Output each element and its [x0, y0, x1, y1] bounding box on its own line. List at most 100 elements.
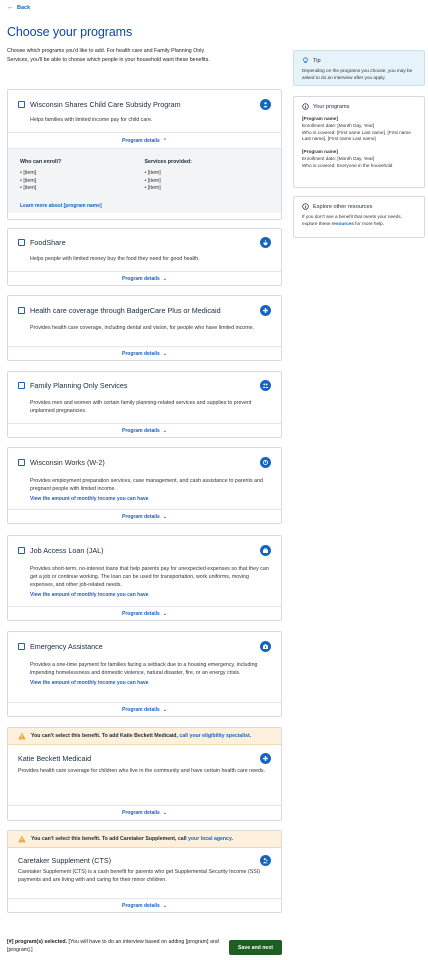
program-card-child-care: Wisconsin Shares Child Care Subsidy Prog…	[7, 89, 282, 220]
program-details-label: Program details	[122, 137, 160, 144]
services-heading: Services provided:	[144, 159, 192, 165]
who-can-enroll-heading: Who can enroll?	[20, 159, 62, 165]
program-details-toggle[interactable]: Program details ⌄	[8, 272, 281, 286]
service-item: • [item]	[144, 185, 161, 192]
program-title: FoodShare	[30, 237, 66, 247]
program-details-toggle[interactable]: Program details ⌄	[8, 806, 281, 820]
your-programs-heading: Your programs	[313, 103, 350, 110]
selected-count: [#] program(s) selected.	[7, 939, 68, 945]
chevron-down-icon: ⌄	[162, 428, 167, 434]
program-details-toggle[interactable]: Program details ⌃	[8, 133, 281, 148]
chevron-down-icon: ⌄	[162, 276, 167, 282]
program-checkbox[interactable]	[18, 100, 25, 108]
work-icon	[260, 457, 271, 468]
program-checkbox[interactable]	[18, 459, 25, 466]
program-checkbox[interactable]	[18, 643, 25, 650]
program-checkbox[interactable]	[18, 306, 25, 314]
service-item: • [item]	[144, 177, 161, 184]
chevron-down-icon: ⌄	[162, 611, 167, 617]
restricted-card-katie-beckett: You can't select this benefit. To add Ka…	[7, 727, 282, 821]
chevron-down-icon: ⌄	[162, 903, 167, 909]
warning-banner: You can't select this benefit. To add Ca…	[8, 831, 281, 848]
program-details-label: Program details	[122, 428, 160, 434]
program-description: Provides health care coverage, including…	[30, 325, 255, 331]
chevron-up-icon: ⌃	[162, 137, 167, 144]
chevron-down-icon: ⌄	[162, 707, 167, 713]
program-checkbox[interactable]	[18, 547, 25, 554]
warning-end: .	[231, 836, 233, 842]
monthly-income-link[interactable]: View the amount of monthly income you ca…	[8, 496, 281, 502]
your-programs-box: Your programs [Program name] Enrollment …	[293, 96, 425, 188]
service-item: • [item]	[144, 170, 161, 176]
program-details-label: Program details	[122, 611, 160, 617]
warning-banner: You can't select this benefit. To add Ka…	[8, 728, 281, 745]
emergency-icon	[260, 641, 271, 652]
lightbulb-icon	[303, 57, 308, 64]
program-details-label: Program details	[122, 514, 160, 520]
page-title: Choose your programs	[7, 25, 133, 39]
who-item: • [item]	[20, 185, 37, 192]
program-card-family-planning: Family Planning Only Services Provides m…	[7, 371, 282, 438]
eligibility-specialist-link[interactable]: call your eligibility specialist	[179, 733, 249, 739]
program-description: Helps families with limited income pay f…	[30, 117, 153, 123]
program-description: Provides employment preparation services…	[30, 478, 263, 492]
program-description: Provides a one-time payment for families…	[30, 662, 258, 676]
resources-link[interactable]: resources	[331, 221, 353, 226]
program-details-label: Program details	[122, 903, 160, 909]
back-link[interactable]: ← Back	[7, 4, 30, 11]
program-title: Family Planning Only Services	[30, 381, 128, 390]
health-plus-icon	[260, 304, 271, 316]
chevron-down-icon: ⌄	[162, 514, 167, 520]
program-checkbox[interactable]	[18, 238, 25, 246]
briefcase-icon	[260, 545, 271, 556]
info-icon	[302, 103, 309, 110]
program-details-toggle[interactable]: Program details ⌄	[8, 703, 281, 717]
program-details-toggle[interactable]: Program details ⌄	[8, 424, 281, 438]
chevron-down-icon: ⌄	[162, 351, 167, 357]
program-details-label: Program details	[122, 276, 160, 282]
program-description: Caretaker Supplement (CTS) is a cash ben…	[18, 869, 261, 883]
tip-text: Depending on the programs you choose, yo…	[302, 68, 413, 80]
program-title: Job Access Loan (JAL)	[30, 546, 104, 555]
info-icon	[302, 203, 309, 210]
monthly-income-link[interactable]: View the amount of monthly income you ca…	[8, 592, 281, 598]
program-description: Provides men and women with certain fami…	[30, 400, 252, 414]
caretaker-icon	[260, 854, 271, 866]
program-details-label: Program details	[122, 810, 160, 816]
program-details-toggle[interactable]: Program details ⌄	[8, 347, 281, 361]
explore-text: If you don't see a benefit that meets yo…	[302, 214, 402, 226]
save-and-next-button[interactable]: Save and next	[229, 940, 282, 955]
arrow-left-icon: ←	[7, 4, 14, 11]
page-intro: Choose which programs you'd like to add.…	[7, 48, 210, 63]
who-item: • [item]	[20, 177, 37, 184]
monthly-income-link[interactable]: View the amount of monthly income you ca…	[8, 680, 281, 686]
program-details-toggle[interactable]: Program details ⌄	[8, 607, 281, 621]
enrolled-program: [Program name] Enrollment date: [Month D…	[302, 116, 411, 142]
explore-heading: Explore other resources	[313, 203, 373, 210]
program-title: Health care coverage through BadgerCare …	[30, 305, 221, 315]
warning-text: You can't select this benefit. To add Ka…	[31, 733, 180, 739]
local-agency-link[interactable]: your local agency	[188, 836, 231, 842]
back-label: Back	[17, 4, 31, 11]
program-title: Emergency Assistance	[30, 642, 103, 651]
enrolled-program: [Program name] Enrollment date: [Month D…	[302, 149, 393, 168]
restricted-card-caretaker-supplement: You can't select this benefit. To add Ca…	[7, 830, 282, 913]
warning-end: .	[249, 733, 252, 739]
warning-icon	[18, 835, 26, 843]
program-description: Helps people with limited money buy the …	[30, 256, 200, 262]
program-card-wisconsin-works: Wisconsin Works (W-2) Provides employmen…	[7, 447, 282, 524]
program-card-emergency-assistance: Emergency Assistance Provides a one-time…	[7, 631, 282, 717]
program-checkbox[interactable]	[18, 382, 25, 389]
program-title: Caretaker Supplement (CTS)	[18, 855, 112, 865]
explore-resources-box: Explore other resources If you don't see…	[293, 196, 425, 238]
tip-box: Tip Depending on the programs you choose…	[293, 50, 425, 86]
program-card-foodshare: FoodShare Helps people with limited mone…	[7, 228, 282, 286]
program-title: Wisconsin Works (W-2)	[30, 458, 105, 467]
program-details-toggle[interactable]: Program details ⌄	[8, 510, 281, 524]
program-details-panel: Who can enroll? • [item] • [item] • [ite…	[8, 148, 281, 213]
program-card-job-access-loan: Job Access Loan (JAL) Provides short-ter…	[7, 535, 282, 621]
tip-heading: Tip	[313, 57, 321, 64]
program-details-toggle[interactable]: Program details ⌄	[8, 899, 281, 913]
learn-more-link[interactable]: Learn more about [program name]	[20, 203, 269, 209]
selection-summary: [#] program(s) selected. [You will have …	[7, 938, 219, 954]
